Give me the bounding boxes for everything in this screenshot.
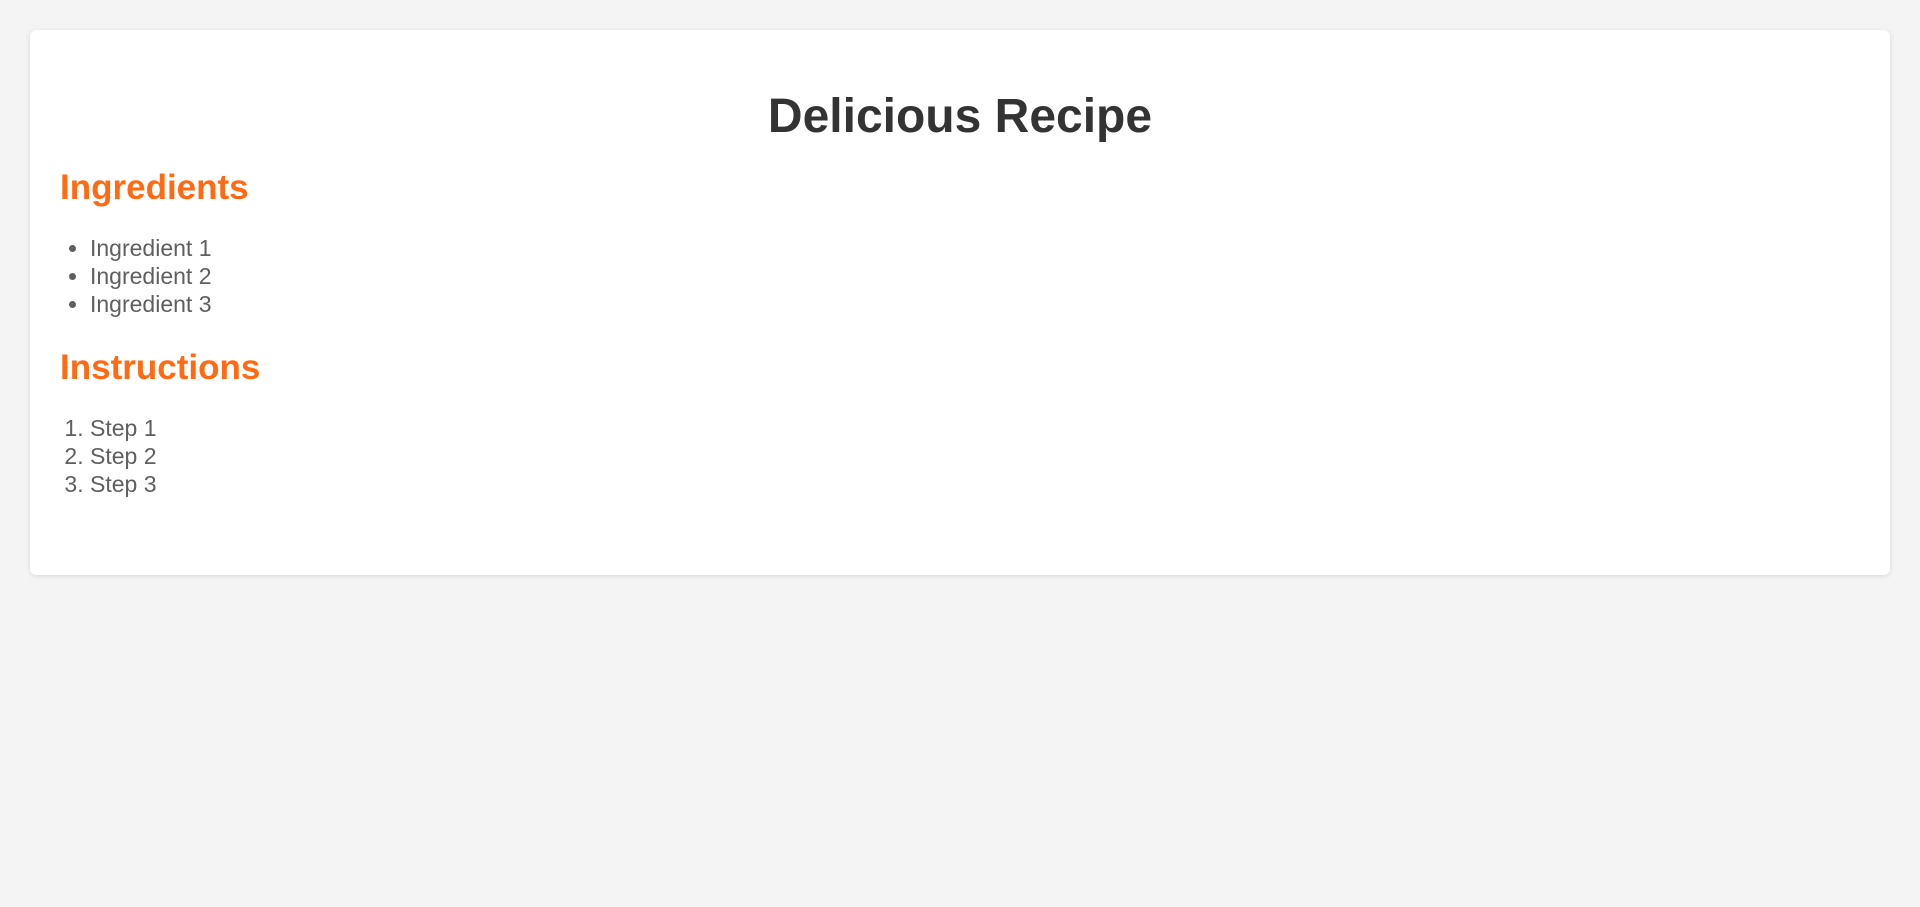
instruction-step: Step 1 — [90, 414, 1860, 442]
ingredient-item: Ingredient 1 — [90, 234, 1860, 262]
ingredients-heading: Ingredients — [60, 167, 249, 207]
recipe-card: Delicious Recipe Ingredients Ingredient … — [30, 30, 1890, 575]
instruction-step: Step 2 — [90, 442, 1860, 470]
instruction-step: Step 3 — [90, 470, 1860, 498]
ingredient-item: Ingredient 2 — [90, 262, 1860, 290]
instructions-heading: Instructions — [60, 347, 261, 387]
ingredients-list: Ingredient 1 Ingredient 2 Ingredient 3 — [60, 234, 1860, 318]
instructions-list: Step 1 Step 2 Step 3 — [60, 414, 1860, 498]
page-title: Delicious Recipe — [767, 90, 1153, 143]
ingredient-item: Ingredient 3 — [90, 290, 1860, 318]
